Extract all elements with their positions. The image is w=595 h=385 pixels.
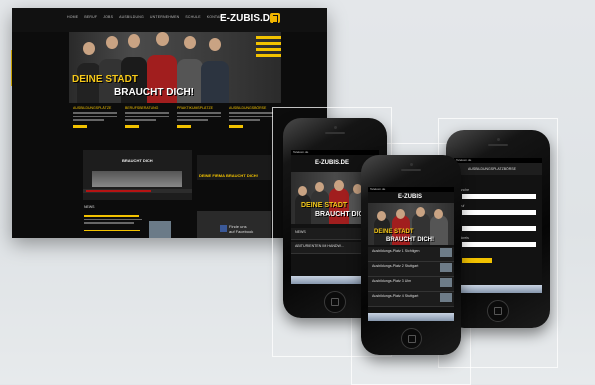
browser-toolbar — [454, 285, 542, 293]
search-button[interactable] — [462, 258, 492, 263]
hero-headline-line1: DEINE STADT — [374, 229, 414, 235]
hero-headline-line1: DEINE STADT — [301, 202, 348, 209]
feature-column: BERUFSBERATUNG — [125, 106, 169, 128]
feature-column-title: BERUFSBERATUNG — [125, 106, 159, 110]
facebook-text: Finde uns auf Facebook — [229, 224, 254, 234]
input-ort[interactable] — [462, 226, 536, 231]
news-heading: NEWS — [84, 205, 95, 209]
home-button[interactable] — [487, 300, 509, 322]
nav-item[interactable]: BERUF — [84, 15, 97, 19]
site-logo[interactable]: E-ZUBIS.DE — [220, 13, 277, 24]
list-item[interactable]: Ausbildungs-Platz 3 Ulm — [368, 277, 454, 292]
speaker-grille — [488, 144, 508, 146]
facebook-icon — [220, 225, 227, 232]
logo-icon — [270, 13, 280, 23]
home-button[interactable] — [401, 328, 422, 349]
list-item[interactable]: Ausbildungs-Platz 4 Stuttgart — [368, 292, 454, 307]
status-bar: Telekom.de — [291, 150, 379, 155]
speaker-grille — [325, 132, 345, 134]
feature-column: AUSBILDUNGSBÖRSE — [229, 106, 273, 128]
video-frame-image — [92, 171, 182, 187]
feature-columns: AUSBILDUNGSPLÄTZE BERUFSBERATUNG PRAKTIK… — [73, 106, 273, 128]
nav-item[interactable]: HOME — [67, 15, 78, 19]
site-logo[interactable]: E-ZUBIS.DE — [315, 160, 349, 166]
input-umkreis[interactable] — [462, 242, 536, 247]
list-item[interactable]: Ausbildungs-Platz 1 Sichtigen — [368, 247, 454, 262]
site-logo[interactable]: E-ZUBIS — [398, 194, 422, 200]
camera-dot — [410, 163, 413, 166]
more-button[interactable] — [125, 124, 139, 128]
list-item[interactable]: Ausbildungs-Platz 2 Stuttgart — [368, 262, 454, 277]
more-button[interactable] — [177, 124, 191, 128]
phone-right-screen: Telekom.de AUSBILDUNGSPLATZBÖRSE Branche… — [454, 158, 542, 293]
hero-side-button[interactable] — [256, 54, 281, 57]
select-branche[interactable] — [462, 194, 536, 199]
phone-middle-screen: Telekom.de E-ZUBIS DEINE STADT BRAUCHT D… — [368, 187, 454, 321]
more-button[interactable] — [73, 124, 87, 128]
nav-item[interactable]: UNTERNEHMEN — [150, 15, 179, 19]
browser-toolbar — [368, 313, 454, 321]
phone-middle: Telekom.de E-ZUBIS DEINE STADT BRAUCHT D… — [361, 155, 461, 355]
status-bar: Telekom.de — [368, 187, 454, 192]
feature-column-title: AUSBILDUNGSBÖRSE — [229, 106, 267, 110]
more-button[interactable] — [229, 124, 243, 128]
nav-item[interactable]: AUSBILDUNG — [119, 15, 144, 19]
hero-side-button[interactable] — [256, 42, 281, 45]
hero-side-button[interactable] — [256, 36, 281, 39]
hero-side-button[interactable] — [256, 48, 281, 51]
hero-headline-line1: DEINE STADT — [72, 74, 138, 85]
feature-column: PRAKTIKUMSPLÄTZE — [177, 106, 221, 128]
video-title: BRAUCHT DICH — [122, 158, 153, 163]
home-button[interactable] — [324, 291, 346, 313]
feature-column-title: AUSBILDUNGSPLÄTZE — [73, 106, 112, 110]
news-thumbnail[interactable] — [149, 221, 171, 238]
company-teaser-title: DEINE FIRMA BRAUCHT DICH! — [199, 173, 258, 178]
speaker-grille — [401, 169, 421, 171]
phone-right: Telekom.de AUSBILDUNGSPLATZBÖRSE Branche… — [446, 130, 550, 328]
camera-dot — [497, 138, 500, 141]
desktop-nav-items: HOME BERUF JOBS AUSBILDUNG UNTERNEHMEN S… — [67, 15, 224, 19]
nav-item[interactable]: SCHULE — [185, 15, 200, 19]
select-beruf[interactable] — [462, 210, 536, 215]
form-header: AUSBILDUNGSPLATZBÖRSE — [468, 167, 516, 171]
nav-item[interactable]: JOBS — [103, 15, 113, 19]
feature-column: AUSBILDUNGSPLÄTZE — [73, 106, 117, 128]
video-progress-bar[interactable] — [83, 189, 192, 193]
hero-headline-line2: BRAUCHT DICH! — [114, 87, 194, 98]
hero-headline-line2: BRAUCHT DICH! — [386, 237, 434, 243]
news-lines — [84, 213, 144, 233]
camera-dot — [334, 126, 337, 129]
feature-column-title: PRAKTIKUMSPLÄTZE — [177, 106, 213, 110]
